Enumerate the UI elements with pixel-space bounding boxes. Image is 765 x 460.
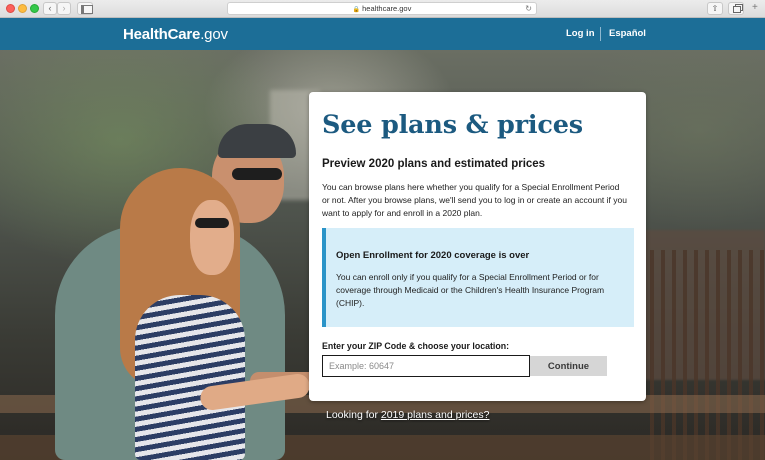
address-bar[interactable]: 🔒 healthcare.gov ↻ (227, 2, 537, 15)
new-tab-plus-icon[interactable]: + (752, 3, 758, 13)
browser-toolbar: ‹ › 🔒 healthcare.gov ↻ ⇧ + (0, 0, 765, 18)
card-description: You can browse plans here whether you qu… (322, 182, 627, 218)
tabs-icon[interactable] (728, 2, 744, 15)
healthcare-gov-logo[interactable]: HealthCare.gov (123, 26, 228, 43)
share-icon[interactable]: ⇧ (707, 2, 723, 15)
login-link[interactable]: Log in (566, 28, 595, 39)
man-sunglasses (232, 168, 282, 180)
continue-button[interactable]: Continue (530, 356, 607, 376)
zoom-window-button[interactable] (30, 4, 39, 13)
back-arrow-icon[interactable]: ‹ (43, 2, 57, 15)
header-divider (600, 27, 601, 41)
zip-code-label: Enter your ZIP Code & choose your locati… (322, 341, 510, 351)
close-window-button[interactable] (6, 4, 15, 13)
prior-year-prefix: Looking for (326, 409, 381, 421)
lock-icon: 🔒 (352, 7, 361, 13)
page-title: See plans & prices (322, 110, 583, 140)
woman-sunglasses (195, 218, 229, 228)
reload-icon[interactable]: ↻ (525, 3, 532, 14)
card-subtitle: Preview 2020 plans and estimated prices (322, 158, 546, 170)
logo-text-light: .gov (200, 26, 228, 43)
site-header: HealthCare.gov Log in Español (0, 18, 765, 50)
prior-year-prompt: Looking for 2019 plans and prices? (326, 409, 489, 421)
alert-title: Open Enrollment for 2020 coverage is ove… (336, 250, 530, 261)
alert-body: You can enroll only if you qualify for a… (336, 272, 605, 308)
minimize-window-button[interactable] (18, 4, 27, 13)
logo-text-bold: HealthCare (123, 26, 201, 43)
woman-figure (135, 295, 245, 460)
espanol-link[interactable]: Español (609, 28, 646, 39)
zip-code-input[interactable] (322, 355, 530, 377)
porch-fence (650, 250, 765, 460)
2019-plans-link[interactable]: 2019 plans and prices? (381, 409, 490, 421)
url-text: healthcare.gov (362, 4, 412, 13)
open-enrollment-alert: Open Enrollment for 2020 coverage is ove… (322, 228, 634, 327)
man-cap (218, 124, 296, 158)
sidebar-icon[interactable] (77, 2, 93, 15)
forward-arrow-icon[interactable]: › (57, 2, 71, 15)
woman-face (190, 200, 234, 275)
see-plans-card: See plans & prices Preview 2020 plans an… (309, 92, 646, 401)
